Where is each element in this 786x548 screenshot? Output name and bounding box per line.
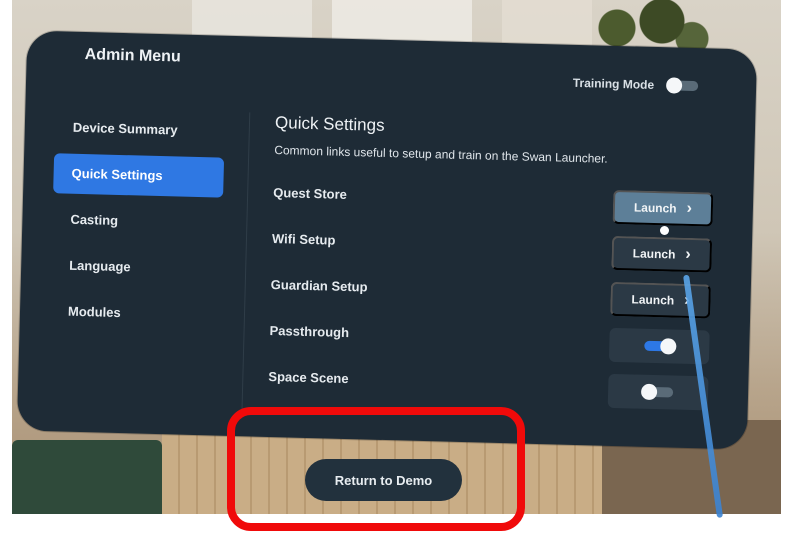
guardian-setup-launch-button[interactable]: Launch › [610, 281, 711, 319]
chevron-right-icon: › [686, 199, 693, 217]
launch-label: Launch [632, 246, 676, 262]
sidebar-item-language[interactable]: Language [51, 245, 222, 289]
chevron-right-icon: › [685, 245, 691, 263]
page-title: Quick Settings [274, 113, 385, 135]
space-scene-toggle-container [607, 373, 709, 411]
setting-label-passthrough: Passthrough [269, 322, 350, 341]
wifi-setup-launch-button[interactable]: Launch › [611, 235, 713, 273]
setting-label-wifi-setup: Wifi Setup [271, 230, 336, 248]
quick-settings-content: Quick Settings Common links useful to se… [267, 113, 725, 427]
sidebar-item-quick-settings[interactable]: Quick Settings [53, 153, 225, 198]
training-mode: Training Mode [572, 75, 699, 94]
toggle-knob [640, 383, 658, 401]
toggle-knob [660, 338, 677, 355]
divider [241, 112, 251, 413]
sidebar-item-casting[interactable]: Casting [52, 199, 223, 243]
space-scene-toggle[interactable] [640, 383, 674, 401]
pointer-cursor [660, 226, 669, 235]
sidebar: Device Summary Quick Settings Casting La… [49, 107, 225, 341]
setting-label-quest-store: Quest Store [273, 185, 348, 202]
passthrough-toggle[interactable] [644, 338, 677, 355]
setting-label-space-scene: Space Scene [268, 368, 349, 387]
setting-label-guardian-setup: Guardian Setup [270, 276, 368, 295]
launch-label: Launch [631, 292, 675, 308]
training-mode-toggle[interactable] [665, 77, 699, 94]
training-mode-label: Training Mode [572, 75, 655, 92]
page-subtitle: Common links useful to setup and train o… [274, 143, 608, 166]
sidebar-item-device-summary[interactable]: Device Summary [54, 107, 225, 151]
launch-label: Launch [633, 200, 677, 216]
quest-store-launch-button[interactable]: Launch › [612, 189, 714, 227]
sidebar-item-modules[interactable]: Modules [49, 291, 220, 335]
sofa [12, 440, 162, 514]
admin-menu-panel: Admin Menu Training Mode Device Summary … [16, 30, 758, 450]
highlight-annotation [227, 407, 525, 531]
panel-title: Admin Menu [84, 46, 181, 66]
toggle-knob [665, 77, 683, 94]
